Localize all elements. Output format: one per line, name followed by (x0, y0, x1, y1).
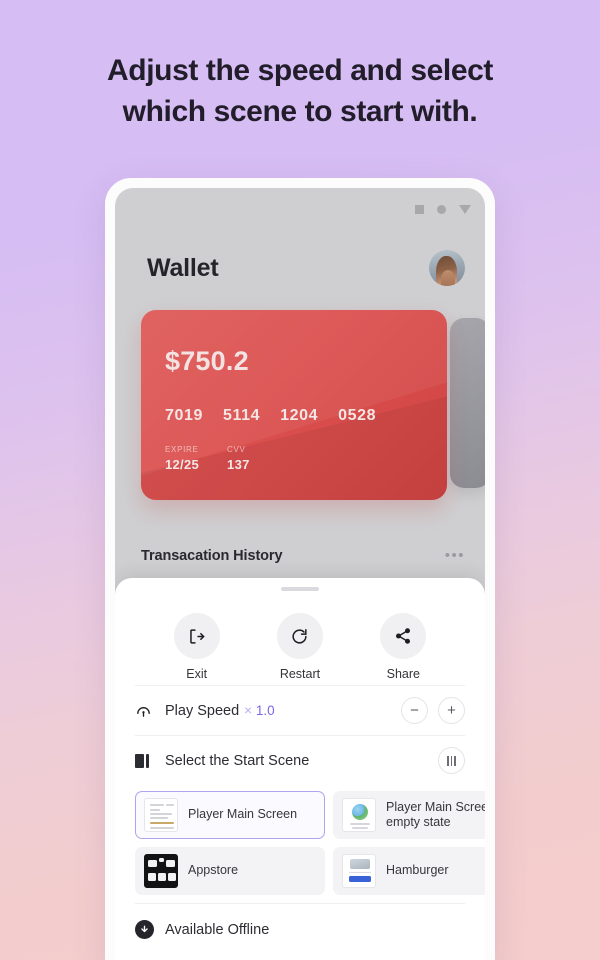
play-speed-controls: − + (401, 697, 465, 724)
page-title-line-1: Adjust the speed and select (107, 54, 493, 87)
card-expire-value: 12/25 (165, 457, 200, 472)
exit-icon (173, 613, 220, 659)
download-icon (135, 920, 154, 939)
phone-screen: Wallet $750.2 7019 5114 1204 0528 EXPIRE… (115, 188, 485, 960)
avatar[interactable] (429, 250, 465, 286)
restart-icon (276, 613, 323, 659)
play-speed-text: Play Speed × 1.0 (165, 703, 275, 719)
card-expire-label: EXPIRE (165, 445, 199, 454)
scene-grid: Player Main Screen Player Main Screen em… (115, 785, 485, 903)
card-number-group: 5114 (223, 407, 261, 424)
start-scene-label: Select the Start Scene (165, 752, 310, 769)
card-number-group: 0528 (338, 407, 377, 424)
page-title: Adjust the speed and select which scene … (0, 50, 600, 133)
available-offline-label: Available Offline (165, 921, 270, 938)
circle-icon[interactable] (437, 205, 446, 214)
scene-card-player-main-screen-empty[interactable]: Player Main Screen empty state (333, 791, 485, 839)
scene-label: Hamburger (386, 863, 449, 878)
exit-button[interactable]: Exit (159, 613, 235, 681)
triangle-icon[interactable] (459, 205, 471, 214)
card-cvv: CVV 137 (227, 445, 250, 472)
exit-label: Exit (186, 667, 208, 681)
play-speed-label: Play Speed (165, 702, 240, 719)
multiply-symbol: × (244, 702, 253, 718)
appstore-thumb (144, 854, 178, 888)
action-row: Exit Restart Share (115, 591, 485, 685)
restart-button[interactable]: Restart (262, 613, 338, 681)
share-button[interactable]: Share (365, 613, 441, 681)
wallet-header: Wallet (147, 250, 465, 286)
scene-card-player-main-screen[interactable]: Player Main Screen (135, 791, 325, 839)
wallet-title: Wallet (147, 253, 219, 282)
scene-icon (135, 753, 165, 768)
card-cvv-label: CVV (227, 445, 246, 454)
scene-label: Appstore (188, 863, 239, 878)
card-number: 7019 5114 1204 0528 (165, 407, 376, 425)
document-thumb (144, 798, 178, 832)
scene-label: Player Main Screen empty state (386, 799, 485, 830)
globe-thumb (342, 798, 376, 832)
next-card-preview[interactable] (450, 318, 485, 488)
share-icon (380, 613, 427, 659)
android-system-nav (415, 205, 471, 214)
play-speed-value: × 1.0 (244, 703, 274, 718)
play-speed-number: 1.0 (255, 702, 275, 718)
overflow-menu-icon[interactable]: ••• (445, 548, 465, 563)
available-offline-row[interactable]: Available Offline (135, 903, 465, 955)
card-balance: $750.2 (165, 346, 249, 376)
decrease-speed-button[interactable]: − (401, 697, 428, 724)
restart-label: Restart (279, 667, 321, 681)
hamburger-thumb (342, 854, 376, 888)
scene-card-appstore[interactable]: Appstore (135, 847, 325, 895)
card-meta: EXPIRE 12/25 CVV 137 (165, 445, 250, 472)
card-cvv-value: 137 (227, 457, 250, 472)
square-icon[interactable] (415, 205, 424, 214)
start-scene-text: Select the Start Scene (165, 753, 309, 769)
bottom-sheet: Exit Restart Share Play Speed × 1.0 − + … (115, 578, 485, 960)
phone-mockup: Wallet $750.2 7019 5114 1204 0528 EXPIRE… (105, 178, 495, 960)
scene-label: Player Main Screen (188, 807, 298, 822)
transaction-history-title: Transacation History (141, 548, 283, 564)
start-scene-row: Select the Start Scene (135, 735, 465, 785)
increase-speed-button[interactable]: + (438, 697, 465, 724)
start-scene-controls (438, 747, 465, 774)
card-expire: EXPIRE 12/25 (165, 445, 199, 472)
columns-icon[interactable] (438, 747, 465, 774)
card-number-group: 1204 (280, 407, 319, 424)
credit-card[interactable]: $750.2 7019 5114 1204 0528 EXPIRE 12/25 … (141, 310, 447, 500)
page-title-line-2: which scene to start with. (122, 95, 478, 129)
scene-card-hamburger[interactable]: Hamburger (333, 847, 485, 895)
transaction-history-header: Transacation History ••• (141, 548, 465, 564)
speedometer-icon (135, 702, 165, 719)
card-number-group: 7019 (165, 407, 203, 424)
play-speed-row: Play Speed × 1.0 − + (135, 685, 465, 735)
share-label: Share (386, 667, 420, 681)
